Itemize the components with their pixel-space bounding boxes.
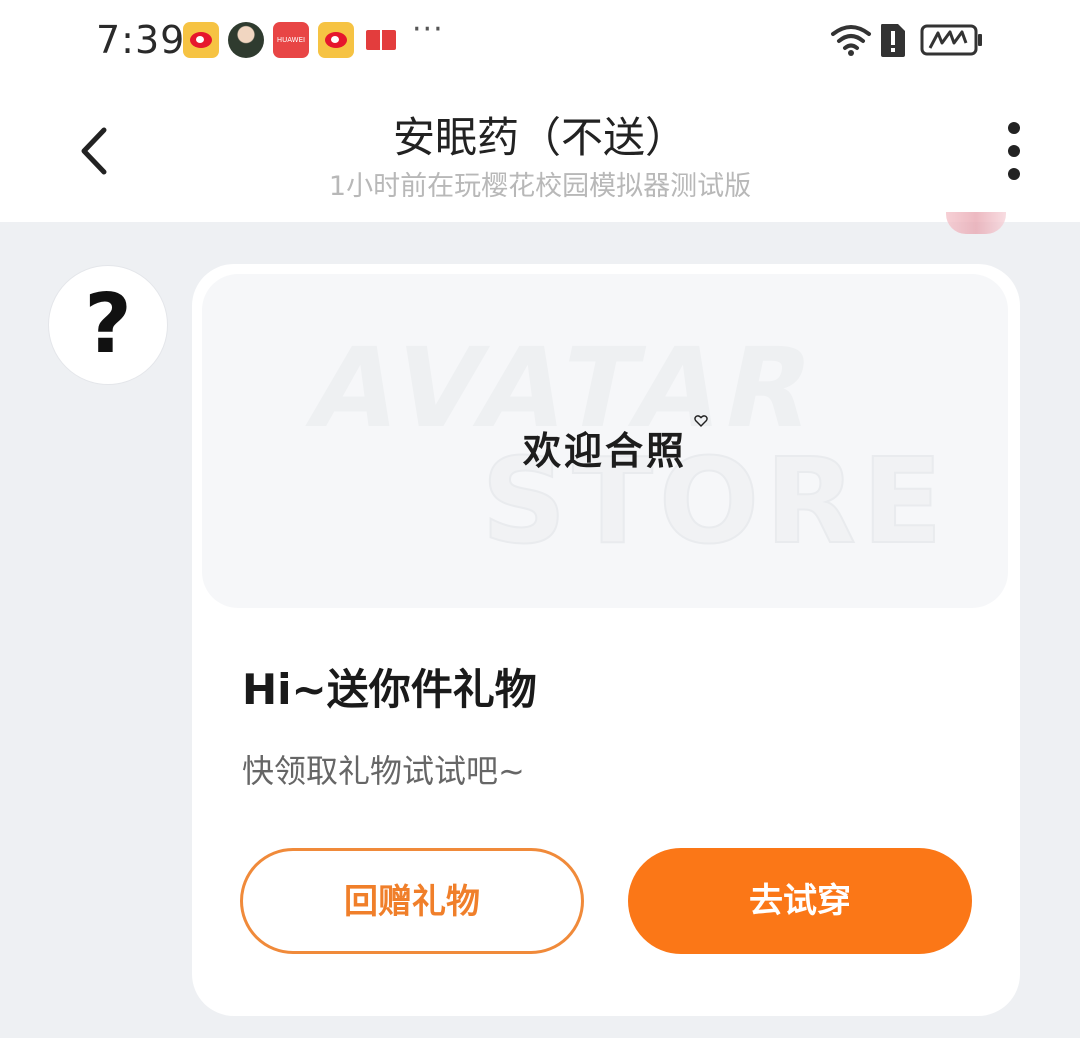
gift-subtitle: 快领取礼物试试吧~: [242, 752, 525, 790]
sticker-decoration: [946, 212, 1006, 234]
banner-caption: 欢迎合照: [522, 429, 687, 473]
sender-avatar[interactable]: ?: [48, 265, 168, 385]
activity-status: 1小时前在玩樱花校园模拟器测试版: [328, 171, 752, 202]
gift-message-card: AVATAR STORE 欢迎合照 Hi~送你件礼物 快领取礼物试试吧~ 回赠礼…: [192, 264, 1020, 1016]
weibo-icon: [183, 22, 219, 58]
heart-icon: [694, 415, 708, 427]
try-on-button[interactable]: 去试穿: [628, 848, 972, 954]
sim-alert-icon: [881, 24, 905, 57]
gift-title: Hi~送你件礼物: [242, 665, 537, 714]
wifi-icon: [831, 25, 871, 56]
avatar-notification-icon: [228, 22, 264, 58]
weibo-icon: [318, 22, 354, 58]
gift-banner-image[interactable]: AVATAR STORE 欢迎合照: [202, 274, 1008, 608]
status-time: 7:39: [96, 18, 186, 62]
more-notifications-indicator: ···: [412, 12, 444, 47]
page-title: 安眠药（不送）: [392, 113, 687, 162]
more-options-icon[interactable]: [992, 118, 1036, 184]
status-bar: 7:39 HUAWEI ···: [0, 0, 1080, 80]
huawei-appgallery-icon: HUAWEI: [273, 22, 309, 58]
book-icon: [364, 22, 400, 58]
chat-header: 安眠药（不送） 1小时前在玩樱花校园模拟器测试版: [0, 80, 1080, 222]
return-gift-button[interactable]: 回赠礼物: [240, 848, 584, 954]
battery-charging-icon: [920, 24, 982, 56]
